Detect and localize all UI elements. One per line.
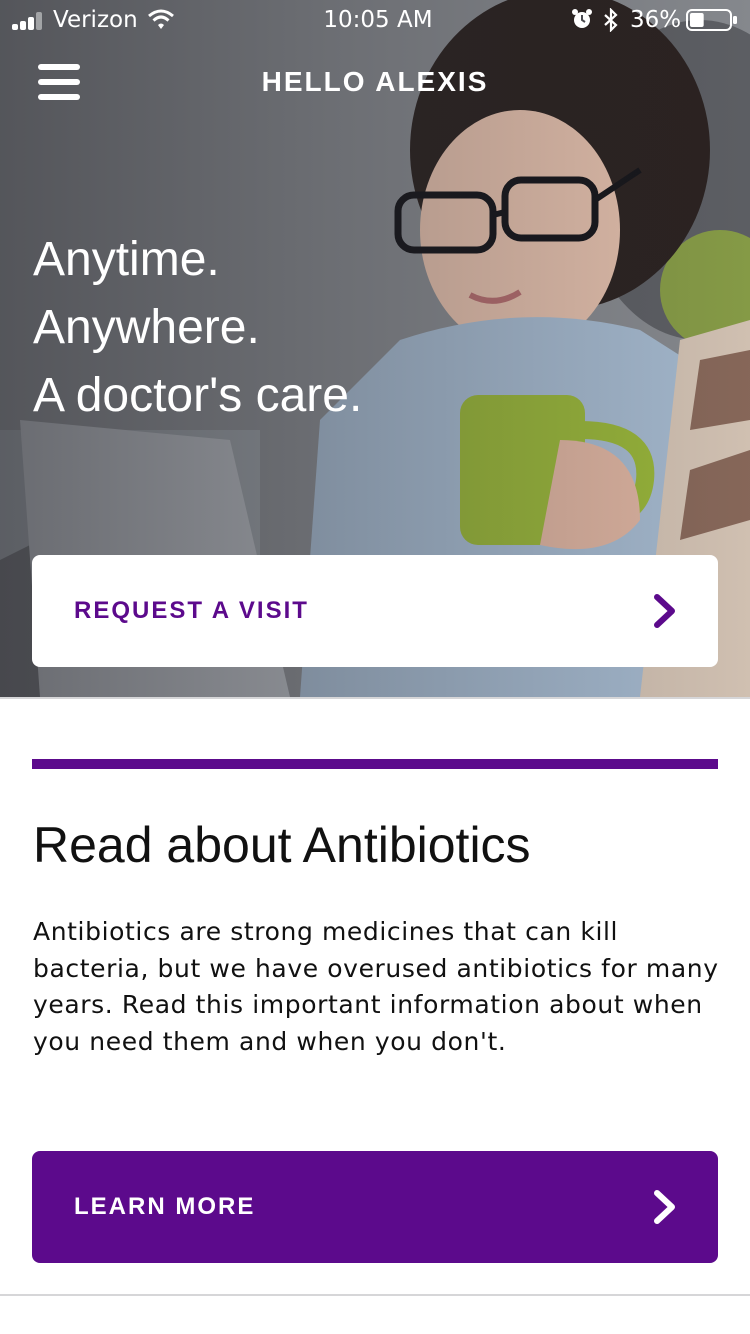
- learn-more-label: LEARN MORE: [74, 1193, 256, 1220]
- request-visit-label: REQUEST A VISIT: [74, 597, 309, 624]
- learn-more-button[interactable]: LEARN MORE: [32, 1151, 718, 1263]
- section-divider: [0, 697, 750, 699]
- chevron-right-icon: [654, 594, 675, 628]
- page-title: HELLO ALEXIS: [261, 66, 489, 97]
- alarm-clock-icon: [572, 9, 592, 28]
- bluetooth-icon: [604, 8, 618, 32]
- battery-percent: 36%: [630, 7, 682, 33]
- article-accent-bar: [32, 759, 718, 769]
- article-title: Read about Antibiotics: [33, 817, 531, 873]
- article-body: Antibiotics are strong medicines that ca…: [33, 917, 719, 1056]
- hero-tagline: Anytime. Anywhere. A doctor's care.: [33, 226, 362, 430]
- chevron-right-icon: [654, 1190, 675, 1224]
- tagline-line-2: Anywhere.: [33, 301, 260, 354]
- tagline-line-3: A doctor's care.: [33, 369, 363, 422]
- status-bar: Verizon 10:05 AM 36%: [0, 0, 750, 40]
- section-divider-bottom: [0, 1294, 750, 1296]
- request-visit-button[interactable]: REQUEST A VISIT: [32, 555, 718, 667]
- battery-icon: [686, 9, 737, 31]
- home-screen: Verizon 10:05 AM 36% HELLO ALEXIS Anytim…: [0, 0, 750, 1334]
- tagline-line-1: Anytime.: [33, 233, 220, 286]
